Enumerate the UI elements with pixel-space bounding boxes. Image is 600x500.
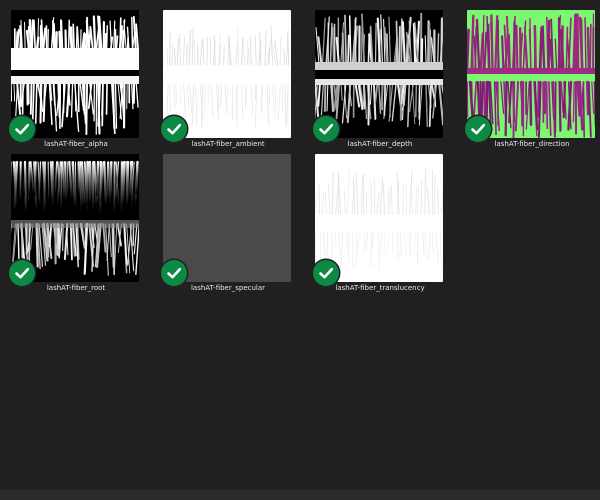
file-tile-ambient[interactable]: lashAT-fiber_ambient xyxy=(152,0,304,148)
horizontal-scrollbar[interactable] xyxy=(0,490,600,500)
file-tile-direction[interactable]: lashAT-fiber_direction xyxy=(456,0,600,148)
file-name-label: lashAT-fiber_direction xyxy=(494,140,570,148)
file-explorer-view: lashAT-fiber_alpha lashAT-fiber_ambient … xyxy=(0,0,600,500)
file-name-label: lashAT-fiber_specular xyxy=(190,284,266,292)
file-name-label: lashAT-fiber_root xyxy=(46,284,106,292)
file-tile-specular[interactable]: lashAT-fiber_specular xyxy=(152,144,304,292)
file-tile-alpha[interactable]: lashAT-fiber_alpha xyxy=(0,0,152,148)
checkmark-circle-icon xyxy=(465,116,491,142)
file-tile-root[interactable]: lashAT-fiber_root xyxy=(0,144,152,292)
checkmark-circle-icon xyxy=(9,260,35,286)
file-name-label: lashAT-fiber_translucency xyxy=(335,284,425,292)
file-tile-translucency[interactable]: lashAT-fiber_translucency xyxy=(304,144,456,292)
checkmark-circle-icon xyxy=(161,116,187,142)
checkmark-circle-icon xyxy=(313,260,339,286)
checkmark-circle-icon xyxy=(161,260,187,286)
checkmark-circle-icon xyxy=(313,116,339,142)
file-tile-depth[interactable]: lashAT-fiber_depth xyxy=(304,0,456,148)
checkmark-circle-icon xyxy=(9,116,35,142)
